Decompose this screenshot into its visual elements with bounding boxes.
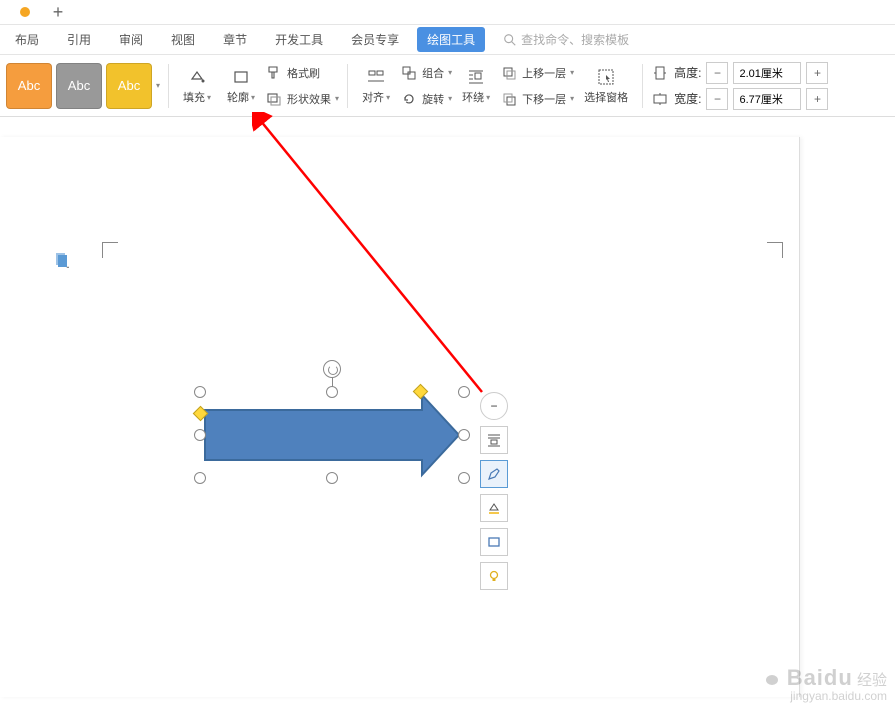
page-margin-corner-tl <box>102 242 118 258</box>
document-canvas[interactable]: − <box>0 117 895 707</box>
menu-dev-tools[interactable]: 开发工具 <box>265 27 333 52</box>
resize-handle-tr[interactable] <box>458 386 470 398</box>
style-swatch-orange[interactable]: Abc <box>6 63 52 109</box>
selected-shape[interactable] <box>200 362 464 492</box>
menu-member[interactable]: 会员专享 <box>341 27 409 52</box>
resize-handle-tm[interactable] <box>326 386 338 398</box>
send-backward-icon <box>500 90 518 108</box>
float-collapse-button[interactable]: − <box>480 392 508 420</box>
float-effects-button[interactable] <box>480 562 508 590</box>
outline-icon <box>230 66 252 88</box>
height-icon <box>651 64 669 82</box>
width-increase[interactable]: + <box>806 88 828 110</box>
float-fill-button[interactable] <box>480 494 508 522</box>
search-icon <box>503 33 517 47</box>
float-layout-button[interactable] <box>480 426 508 454</box>
bring-forward-button[interactable]: 上移一层▾ <box>500 62 574 84</box>
wrap-icon <box>465 66 487 88</box>
style-gallery-expand-icon[interactable]: ▾ <box>156 81 160 90</box>
separator <box>347 64 348 108</box>
align-icon <box>365 66 387 88</box>
layout-icon <box>486 432 502 448</box>
float-outline-button[interactable] <box>480 460 508 488</box>
paw-icon <box>761 665 783 685</box>
fill-icon <box>186 66 208 88</box>
height-input[interactable] <box>733 62 801 84</box>
fill-button[interactable]: 填充▾ <box>177 66 217 105</box>
page-margin-corner-tr <box>767 242 783 258</box>
wrap-button[interactable]: 环绕▾ <box>456 66 496 105</box>
group-button[interactable]: 组合▾ <box>400 62 452 84</box>
send-backward-button[interactable]: 下移一层▾ <box>500 88 574 110</box>
separator <box>642 64 643 108</box>
width-input[interactable] <box>733 88 801 110</box>
menu-view[interactable]: 视图 <box>161 27 205 52</box>
resize-handle-bm[interactable] <box>326 472 338 484</box>
resize-handle-mr[interactable] <box>458 429 470 441</box>
rotate-button[interactable]: 旋转▾ <box>400 88 452 110</box>
tab-bar: + <box>0 0 895 25</box>
watermark: Baidu 经验 jingyan.baidu.com <box>761 665 887 703</box>
menu-chapter[interactable]: 章节 <box>213 27 257 52</box>
height-label: 高度: <box>674 64 701 81</box>
width-label: 宽度: <box>674 90 701 107</box>
resize-handle-ml[interactable] <box>194 429 206 441</box>
width-decrease[interactable]: − <box>706 88 728 110</box>
ribbon: Abc Abc Abc ▾ 填充▾ 轮廓▾ 格式刷 形状效果▾ <box>0 55 895 117</box>
arrow-shape[interactable] <box>200 392 464 478</box>
bring-forward-icon <box>500 64 518 82</box>
menu-references[interactable]: 引用 <box>57 27 101 52</box>
bulb-icon <box>486 568 502 584</box>
menu-review[interactable]: 审阅 <box>109 27 153 52</box>
rect-icon <box>486 534 502 550</box>
resize-handle-bl[interactable] <box>194 472 206 484</box>
format-painter-button[interactable]: 格式刷 <box>265 62 339 84</box>
brush-icon <box>265 64 283 82</box>
rotation-handle[interactable] <box>323 360 341 378</box>
select-pane-button[interactable]: 选择窗格 <box>578 66 634 105</box>
separator <box>168 64 169 108</box>
float-shape-button[interactable] <box>480 528 508 556</box>
align-button[interactable]: 对齐▾ <box>356 66 396 105</box>
width-icon <box>651 90 669 108</box>
search-box[interactable]: 查找命令、搜索模板 <box>503 31 629 48</box>
floating-toolbar: − <box>480 392 508 590</box>
menu-drawing-tools[interactable]: 绘图工具 <box>417 27 485 52</box>
style-swatch-yellow[interactable]: Abc <box>106 63 152 109</box>
active-doc-indicator <box>20 7 30 17</box>
select-pane-icon <box>595 66 617 88</box>
menu-bar: 布局 引用 审阅 视图 章节 开发工具 会员专享 绘图工具 查找命令、搜索模板 <box>0 25 895 55</box>
new-tab-button[interactable]: + <box>50 4 66 20</box>
group-icon <box>400 64 418 82</box>
height-decrease[interactable]: − <box>706 62 728 84</box>
pencil-icon <box>486 466 502 482</box>
outline-button[interactable]: 轮廓▾ <box>221 66 261 105</box>
rotate-icon <box>400 90 418 108</box>
effects-icon <box>265 90 283 108</box>
paragraph-options-icon[interactable] <box>55 252 69 268</box>
resize-handle-br[interactable] <box>458 472 470 484</box>
style-swatch-gray[interactable]: Abc <box>56 63 102 109</box>
resize-handle-tl[interactable] <box>194 386 206 398</box>
bucket-icon <box>486 500 502 516</box>
selection-box <box>200 392 464 478</box>
menu-layout[interactable]: 布局 <box>5 27 49 52</box>
shape-effect-button[interactable]: 形状效果▾ <box>265 88 339 110</box>
search-placeholder: 查找命令、搜索模板 <box>521 31 629 48</box>
height-increase[interactable]: + <box>806 62 828 84</box>
